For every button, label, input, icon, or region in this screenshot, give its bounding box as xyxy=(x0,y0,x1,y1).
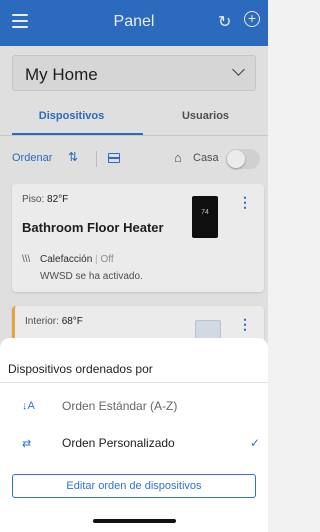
sort-bottom-sheet: Dispositivos ordenados por ↓A Orden Está… xyxy=(0,338,268,532)
sort-custom-icon: ⇄ xyxy=(22,438,32,450)
home-indicator[interactable] xyxy=(93,519,176,523)
sort-alpha-icon: ↓A xyxy=(22,400,35,412)
edit-order-button[interactable]: Editar orden de dispositivos xyxy=(12,474,256,498)
sort-option-standard[interactable]: Orden Estándar (A-Z) xyxy=(62,399,177,413)
sort-option-custom[interactable]: Orden Personalizado xyxy=(62,436,175,450)
sheet-divider xyxy=(0,382,268,383)
sheet-title: Dispositivos ordenados por xyxy=(8,362,153,376)
check-icon: ✓ xyxy=(250,436,261,450)
